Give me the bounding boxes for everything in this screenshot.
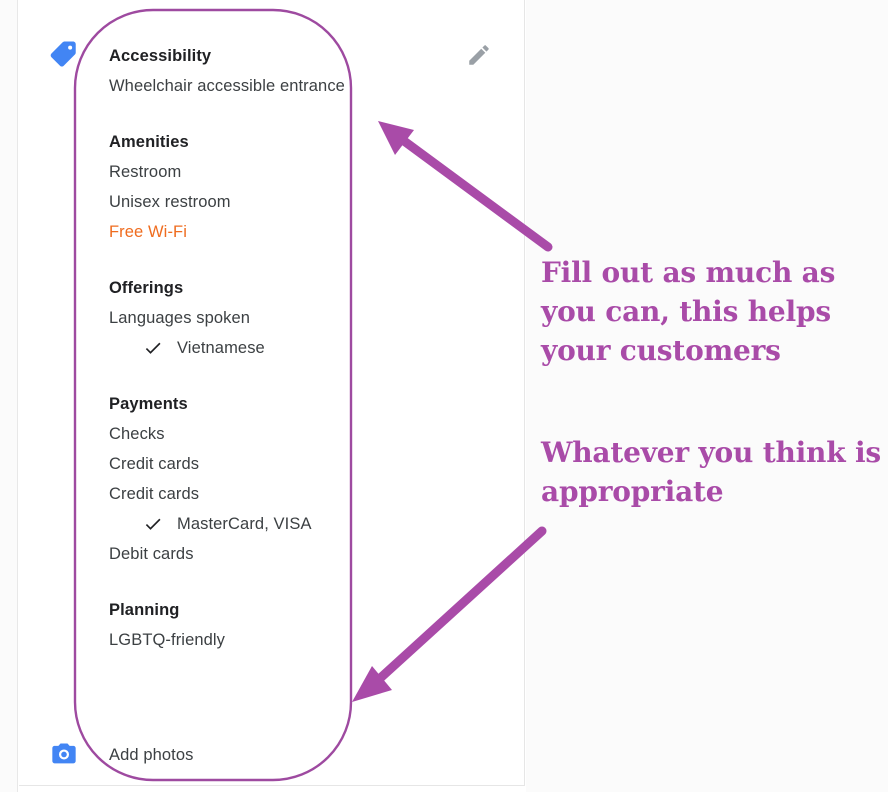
- camera-icon: [50, 740, 78, 768]
- attribute-group-planning: Planning LGBTQ-friendly: [109, 595, 359, 655]
- attribute-row[interactable]: Unisex restroom: [109, 187, 359, 217]
- attribute-subitem[interactable]: Vietnamese: [109, 333, 359, 363]
- tag-icon: [48, 38, 80, 70]
- business-attributes-panel: Accessibility Wheelchair accessible entr…: [19, 0, 525, 786]
- attribute-group-accessibility: Accessibility Wheelchair accessible entr…: [109, 41, 359, 101]
- add-photos-label[interactable]: Add photos: [109, 740, 193, 770]
- attribute-subitem[interactable]: MasterCard, VISA: [109, 509, 359, 539]
- attribute-row[interactable]: Credit cards: [109, 449, 359, 479]
- group-title: Amenities: [109, 133, 189, 151]
- group-title: Payments: [109, 395, 188, 413]
- group-title: Accessibility: [109, 47, 212, 65]
- attribute-row-highlighted[interactable]: Free Wi-Fi: [109, 217, 359, 247]
- group-title: Offerings: [109, 279, 184, 297]
- attribute-subitem-label: MasterCard, VISA: [177, 515, 312, 533]
- attribute-group-offerings: Offerings Languages spoken Vietnamese: [109, 273, 359, 363]
- annotation-note-top: Fill out as much as you can, this helps …: [541, 256, 836, 367]
- attribute-row[interactable]: Credit cards: [109, 479, 359, 509]
- attribute-row[interactable]: Wheelchair accessible entrance: [109, 71, 359, 101]
- attribute-row[interactable]: Debit cards: [109, 539, 359, 569]
- check-icon: [143, 509, 167, 539]
- right-background-panel: [526, 0, 888, 792]
- attributes-list: Accessibility Wheelchair accessible entr…: [109, 41, 359, 655]
- check-icon: [143, 333, 167, 363]
- pencil-icon[interactable]: [466, 42, 492, 68]
- attribute-subitem-label: Vietnamese: [177, 339, 265, 357]
- attribute-row[interactable]: Languages spoken: [109, 303, 359, 333]
- annotation-note-bottom: Whatever you think is appropriate: [541, 436, 881, 508]
- screenshot-root: Accessibility Wheelchair accessible entr…: [0, 0, 888, 792]
- group-title: Planning: [109, 601, 180, 619]
- attribute-group-amenities: Amenities Restroom Unisex restroom Free …: [109, 127, 359, 247]
- attribute-row[interactable]: Checks: [109, 419, 359, 449]
- attribute-group-payments: Payments Checks Credit cards Credit card…: [109, 389, 359, 569]
- attribute-row[interactable]: LGBTQ-friendly: [109, 625, 359, 655]
- attribute-row[interactable]: Restroom: [109, 157, 359, 187]
- left-gutter: [0, 0, 18, 792]
